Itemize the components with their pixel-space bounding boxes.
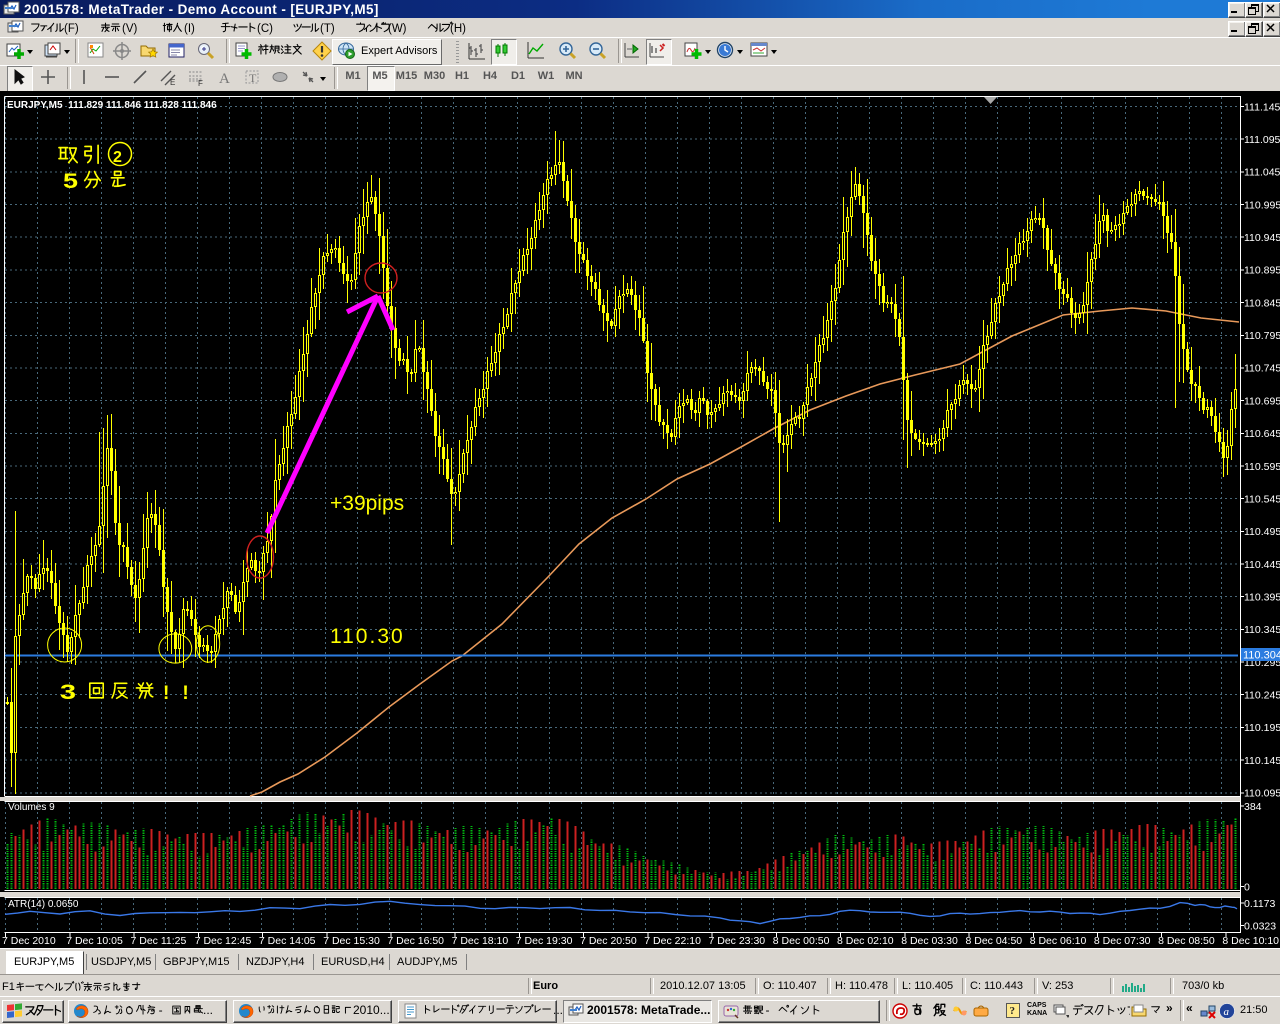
svg-text:7 Dec 16:50: 7 Dec 16:50	[387, 935, 444, 947]
svg-text:E: E	[170, 78, 175, 87]
svg-text:110.795: 110.795	[1244, 330, 1280, 342]
svg-text:(V): (V)	[122, 23, 138, 35]
svg-text:8 Dec 07:30: 8 Dec 07:30	[1094, 935, 1151, 947]
svg-text:a: a	[1224, 1006, 1230, 1018]
svg-text:8 Dec 00:50: 8 Dec 00:50	[773, 935, 830, 947]
svg-text:110.445: 110.445	[1244, 559, 1280, 571]
svg-text:111.095: 111.095	[1244, 134, 1280, 146]
svg-text:8 Dec 06:10: 8 Dec 06:10	[1030, 935, 1087, 947]
svg-text:111.145: 111.145	[1244, 101, 1280, 113]
svg-text:!!: !!	[163, 683, 202, 704]
svg-text:(W): (W)	[388, 23, 407, 35]
svg-text:7 Dec 12:45: 7 Dec 12:45	[195, 935, 252, 947]
svg-text:0.0323: 0.0323	[1244, 920, 1276, 932]
svg-text:0: 0	[1244, 881, 1250, 893]
svg-text:8 Dec 08:50: 8 Dec 08:50	[1158, 935, 1215, 947]
svg-text:110.395: 110.395	[1244, 592, 1280, 604]
svg-text:7 Dec 2010: 7 Dec 2010	[2, 935, 56, 947]
svg-text:110.495: 110.495	[1244, 526, 1280, 538]
svg-text:8 Dec 03:30: 8 Dec 03:30	[901, 935, 958, 947]
svg-text:110.645: 110.645	[1244, 428, 1280, 440]
svg-text:110.245: 110.245	[1244, 690, 1280, 702]
svg-text:7 Dec 10:05: 7 Dec 10:05	[66, 935, 123, 947]
svg-text:7 Dec 18:10: 7 Dec 18:10	[452, 935, 509, 947]
svg-text:110.345: 110.345	[1244, 624, 1280, 636]
svg-text:384: 384	[1244, 801, 1262, 813]
svg-text:8 Dec 10:10: 8 Dec 10:10	[1222, 935, 1279, 947]
svg-text:110.195: 110.195	[1244, 722, 1280, 734]
svg-text:7 Dec 20:50: 7 Dec 20:50	[580, 935, 637, 947]
svg-text:3: 3	[60, 681, 76, 704]
svg-text:110.745: 110.745	[1244, 363, 1280, 375]
svg-text:(I): (I)	[184, 23, 195, 35]
svg-text:110.145: 110.145	[1244, 755, 1280, 767]
svg-text:110.945: 110.945	[1244, 232, 1280, 244]
svg-text:A: A	[219, 71, 230, 87]
svg-text:0.1173: 0.1173	[1244, 898, 1275, 910]
svg-text:110.595: 110.595	[1244, 461, 1280, 473]
svg-text:5: 5	[63, 170, 78, 193]
svg-text:7 Dec 14:05: 7 Dec 14:05	[259, 935, 316, 947]
svg-text:?: ?	[1010, 1005, 1016, 1017]
svg-text:7 Dec 22:10: 7 Dec 22:10	[644, 935, 701, 947]
svg-text:2: 2	[113, 149, 122, 166]
svg-text:F: F	[198, 79, 203, 88]
svg-text:EURJPY,M5 111.829 111.846 111: EURJPY,M5 111.829 111.846 111.828 111.84…	[7, 100, 217, 111]
svg-text:110.845: 110.845	[1244, 297, 1280, 309]
svg-text:110.995: 110.995	[1244, 199, 1280, 211]
svg-text:7 Dec 19:30: 7 Dec 19:30	[516, 935, 573, 947]
svg-text:(C): (C)	[257, 23, 273, 35]
svg-text:110.30: 110.30	[330, 625, 405, 648]
svg-text:110.895: 110.895	[1244, 265, 1280, 277]
svg-text:T: T	[249, 71, 257, 85]
svg-text:(T): (T)	[320, 23, 335, 35]
svg-text:F1: F1	[2, 981, 15, 993]
svg-text:(H): (H)	[450, 23, 466, 35]
svg-text:110.695: 110.695	[1244, 395, 1280, 407]
svg-text:7 Dec 23:30: 7 Dec 23:30	[709, 935, 766, 947]
svg-text:7 Dec 11:25: 7 Dec 11:25	[131, 935, 187, 947]
svg-text:110.095: 110.095	[1244, 788, 1280, 800]
svg-text:(F): (F)	[64, 23, 79, 35]
svg-text:110.304: 110.304	[1243, 650, 1280, 662]
svg-text:8 Dec 04:50: 8 Dec 04:50	[966, 935, 1023, 947]
svg-text:Volumes 9: Volumes 9	[8, 802, 55, 813]
svg-text:ATR(14) 0.0650: ATR(14) 0.0650	[8, 899, 79, 910]
svg-text:7 Dec 15:30: 7 Dec 15:30	[323, 935, 380, 947]
svg-text:+39pips: +39pips	[330, 492, 404, 515]
svg-text:110.545: 110.545	[1244, 494, 1280, 506]
svg-text:111.045: 111.045	[1244, 167, 1280, 179]
svg-text:8 Dec 02:10: 8 Dec 02:10	[837, 935, 894, 947]
